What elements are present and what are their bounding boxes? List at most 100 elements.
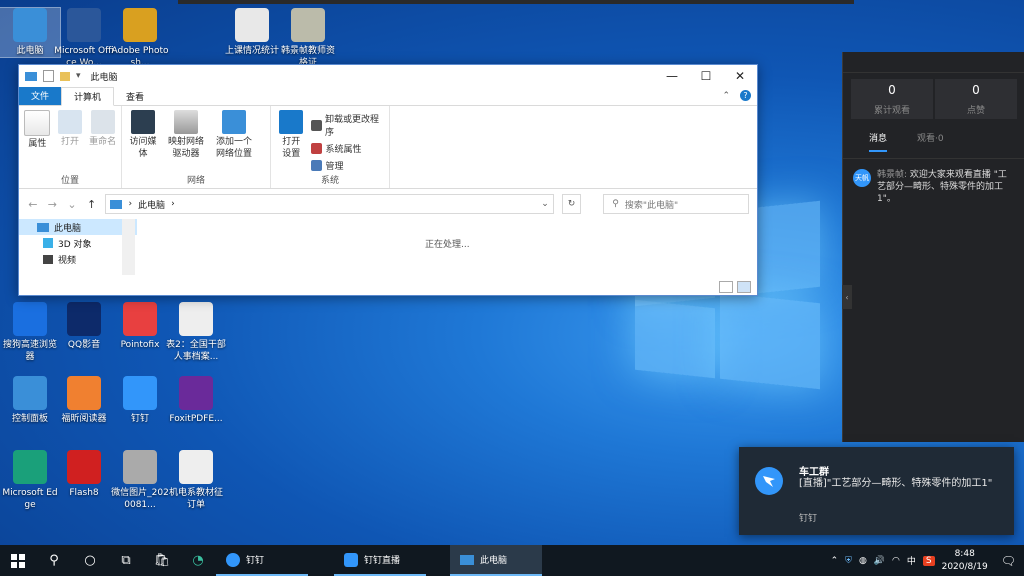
taskbar-app-dingtalk[interactable]: 钉钉 xyxy=(216,545,308,576)
nav-item-3d-objects[interactable]: 3D 对象 xyxy=(19,235,137,251)
nav-scrollbar[interactable] xyxy=(122,219,135,275)
shield-icon[interactable]: ⛨ xyxy=(845,556,852,566)
chevron-down-icon[interactable]: ▾ xyxy=(76,71,81,81)
volume-icon[interactable]: 🔊 xyxy=(874,556,885,566)
desktop-icon-label: 搜狗高速浏览器 xyxy=(2,340,57,362)
store-icon[interactable]: 🛍 xyxy=(144,545,180,576)
forward-arrow-icon[interactable]: → xyxy=(47,198,59,211)
desktop-icon[interactable]: 韩景帧教师资格证 xyxy=(278,8,338,69)
panel-collapse-button[interactable]: ‹ xyxy=(842,285,852,309)
ime-chinese-indicator[interactable]: 中 xyxy=(907,554,916,567)
desktop-icon-label: QQ影音 xyxy=(67,340,101,350)
search-icon[interactable]: ⚲ xyxy=(36,545,72,576)
system-properties-button[interactable]: 系统属性 xyxy=(311,142,385,155)
image-file-icon xyxy=(123,450,157,484)
desktop-icon-label: FoxitPDFE... xyxy=(169,414,223,424)
chevron-down-icon[interactable]: ⌄ xyxy=(541,199,549,209)
nav-item-this-pc[interactable]: 此电脑 xyxy=(19,219,137,235)
desktop-icon[interactable]: 上课情况统计 xyxy=(222,8,282,57)
notification-toast[interactable]: 车工群 [直播]"工艺部分—畸形、特殊零件的加工1" 钉钉 xyxy=(739,447,1014,535)
taskbar: ⚲ ○ ⧉ 🛍 ◔ 钉钉 钉钉直播 此电脑 ⌃ ⛨ ◍ 🔊 ◠ 中 S 8:48… xyxy=(0,545,1024,576)
navigation-pane: 此电脑 3D 对象 视频 xyxy=(19,219,137,295)
tab-view[interactable]: 查看 xyxy=(114,88,156,105)
live-stream-panel: 0 累计观看 0 点赞 消息 观看·0 天帆 韩景帧: 欢迎大家来观看直播 "工… xyxy=(842,52,1024,442)
help-icon[interactable]: ? xyxy=(740,90,751,101)
search-input[interactable]: ⚲ 搜索"此电脑" xyxy=(603,194,749,214)
desktop-icon[interactable]: Microsoft Edge xyxy=(0,450,60,511)
clock-time: 8:48 xyxy=(954,548,975,559)
tab-file[interactable]: 文件 xyxy=(19,87,62,105)
desktop-icon-label: 控制面板 xyxy=(11,414,48,424)
desktop-icon[interactable]: Flash8 xyxy=(54,450,114,499)
nav-item-videos[interactable]: 视频 xyxy=(19,251,137,267)
desktop-icon[interactable]: QQ影音 xyxy=(54,302,114,351)
edge-icon xyxy=(13,450,47,484)
desktop-icon[interactable]: 控制面板 xyxy=(0,376,60,425)
maximize-button[interactable]: ☐ xyxy=(689,65,723,87)
wifi-icon[interactable]: ◠ xyxy=(892,556,900,566)
group-label-network: 网络 xyxy=(186,176,205,186)
network-drive-icon xyxy=(174,110,198,134)
top-window-edge xyxy=(178,0,854,4)
open-icon xyxy=(58,110,82,134)
desktop-icon[interactable]: 微信图片_2020081... xyxy=(110,450,170,511)
group-label-system: 系统 xyxy=(320,176,339,186)
foxit-reader-icon xyxy=(67,376,101,410)
refresh-icon: ↻ xyxy=(567,199,576,209)
desktop-icon[interactable]: 福昕阅读器 xyxy=(54,376,114,425)
media-icon xyxy=(131,110,155,134)
file-explorer-window[interactable]: ▾ 此电脑 — ☐ ✕ 文件 计算机 查看 ⌃ ? 属性 打开 重命名 位置 访… xyxy=(18,64,758,296)
edge-icon[interactable]: ◔ xyxy=(180,545,216,576)
new-folder-quick-icon[interactable] xyxy=(60,71,70,81)
network-icon[interactable]: ◍ xyxy=(859,556,867,566)
desktop-icon-label: Pointofix xyxy=(120,340,160,350)
desktop-icon[interactable]: FoxitPDFE... xyxy=(166,376,226,425)
message-sender: 韩景帧: xyxy=(877,170,908,180)
details-view-button[interactable] xyxy=(719,281,733,293)
desktop-icon[interactable]: 搜狗高速浏览器 xyxy=(0,302,60,363)
uninstall-program-button[interactable]: 卸载或更改程序 xyxy=(311,112,385,138)
video-icon xyxy=(43,254,53,264)
refresh-button[interactable]: ↻ xyxy=(561,194,582,214)
panel-header xyxy=(843,52,1024,73)
close-button[interactable]: ✕ xyxy=(723,65,757,87)
minimize-button[interactable]: — xyxy=(655,65,689,87)
tab-viewers[interactable]: 观看·0 xyxy=(917,131,944,152)
taskbar-app-dingtalk-live[interactable]: 钉钉直播 xyxy=(334,545,426,576)
excel-file-icon xyxy=(179,450,213,484)
title-bar[interactable]: ▾ 此电脑 — ☐ ✕ xyxy=(19,65,757,87)
back-arrow-icon[interactable]: ← xyxy=(27,198,39,211)
task-view-icon[interactable]: ⧉ xyxy=(108,545,144,576)
windows-logo-pane xyxy=(635,299,715,379)
address-bar[interactable]: › 此电脑 › ⌄ xyxy=(105,194,554,214)
rename-icon xyxy=(90,110,115,134)
desktop-icon[interactable]: Pointofix xyxy=(110,302,170,351)
desktop-icon[interactable]: 此电脑 xyxy=(0,7,61,58)
clock[interactable]: 8:48 2020/8/19 xyxy=(942,548,988,574)
desktop-icon[interactable]: Microsoft Office Wo... xyxy=(54,8,114,69)
chevron-up-icon[interactable]: ⌃ xyxy=(722,91,730,101)
notification-title: 车工群 xyxy=(799,467,829,478)
desktop-icon[interactable]: Adobe Photosh... xyxy=(110,8,170,69)
breadcrumb-separator: › xyxy=(128,199,133,209)
large-icons-view-button[interactable] xyxy=(737,281,751,293)
properties-icon xyxy=(24,110,51,136)
chevron-up-icon[interactable]: ⌃ xyxy=(831,556,839,566)
tab-messages[interactable]: 消息 xyxy=(869,131,888,152)
notification-center-icon[interactable]: 🗨 xyxy=(1001,554,1016,568)
taskbar-app-this-pc[interactable]: 此电脑 xyxy=(450,545,542,576)
desktop-icon[interactable]: 钉钉 xyxy=(110,376,170,425)
notification-body: [直播]"工艺部分—畸形、特殊零件的加工1" xyxy=(799,478,993,489)
cortana-icon[interactable]: ○ xyxy=(72,545,108,576)
up-arrow-icon[interactable]: ↑ xyxy=(86,198,98,211)
manage-button[interactable]: 管理 xyxy=(311,159,385,172)
desktop-icon[interactable]: 表2：全国干部人事档案... xyxy=(166,302,226,363)
address-row: ← → ⌄ ↑ › 此电脑 › ⌄ ↻ ⚲ 搜索"此电脑" xyxy=(19,189,757,219)
tab-computer[interactable]: 计算机 xyxy=(61,87,115,106)
sogou-ime-icon[interactable]: S xyxy=(922,555,935,566)
properties-quick-icon[interactable] xyxy=(43,70,54,82)
start-button[interactable] xyxy=(0,545,36,576)
recent-chevron-icon[interactable]: ⌄ xyxy=(66,198,78,211)
desktop-icon[interactable]: 机电系教材征订单 xyxy=(166,450,226,511)
breadcrumb-this-pc[interactable]: 此电脑 xyxy=(138,198,165,211)
